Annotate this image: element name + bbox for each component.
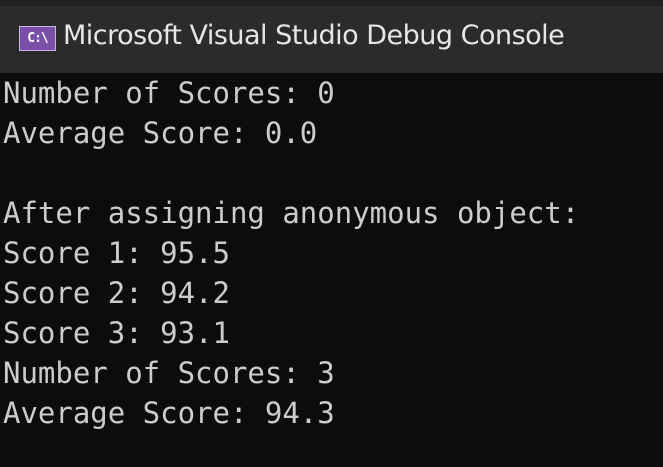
debug-console-window: C:\ Microsoft Visual Studio Debug Consol… — [0, 0, 663, 467]
title-bar-edge — [0, 0, 663, 6]
title-bar[interactable]: C:\ Microsoft Visual Studio Debug Consol… — [0, 0, 663, 73]
console-line: Score 3: 93.1 — [3, 316, 230, 350]
console-output[interactable]: Number of Scores: 0 Average Score: 0.0 A… — [0, 73, 663, 467]
console-line: After assigning anonymous object: — [3, 196, 580, 230]
console-line: Average Score: 0.0 — [3, 116, 318, 150]
console-line: Score 2: 94.2 — [3, 276, 230, 310]
console-line: Number of Scores: 0 — [3, 76, 335, 110]
console-line: Score 1: 95.5 — [3, 236, 230, 270]
window-title: Microsoft Visual Studio Debug Console — [63, 20, 565, 51]
console-line: Average Score: 94.3 — [3, 396, 335, 430]
console-app-icon: C:\ — [19, 26, 56, 51]
console-line: Number of Scores: 3 — [3, 356, 335, 390]
